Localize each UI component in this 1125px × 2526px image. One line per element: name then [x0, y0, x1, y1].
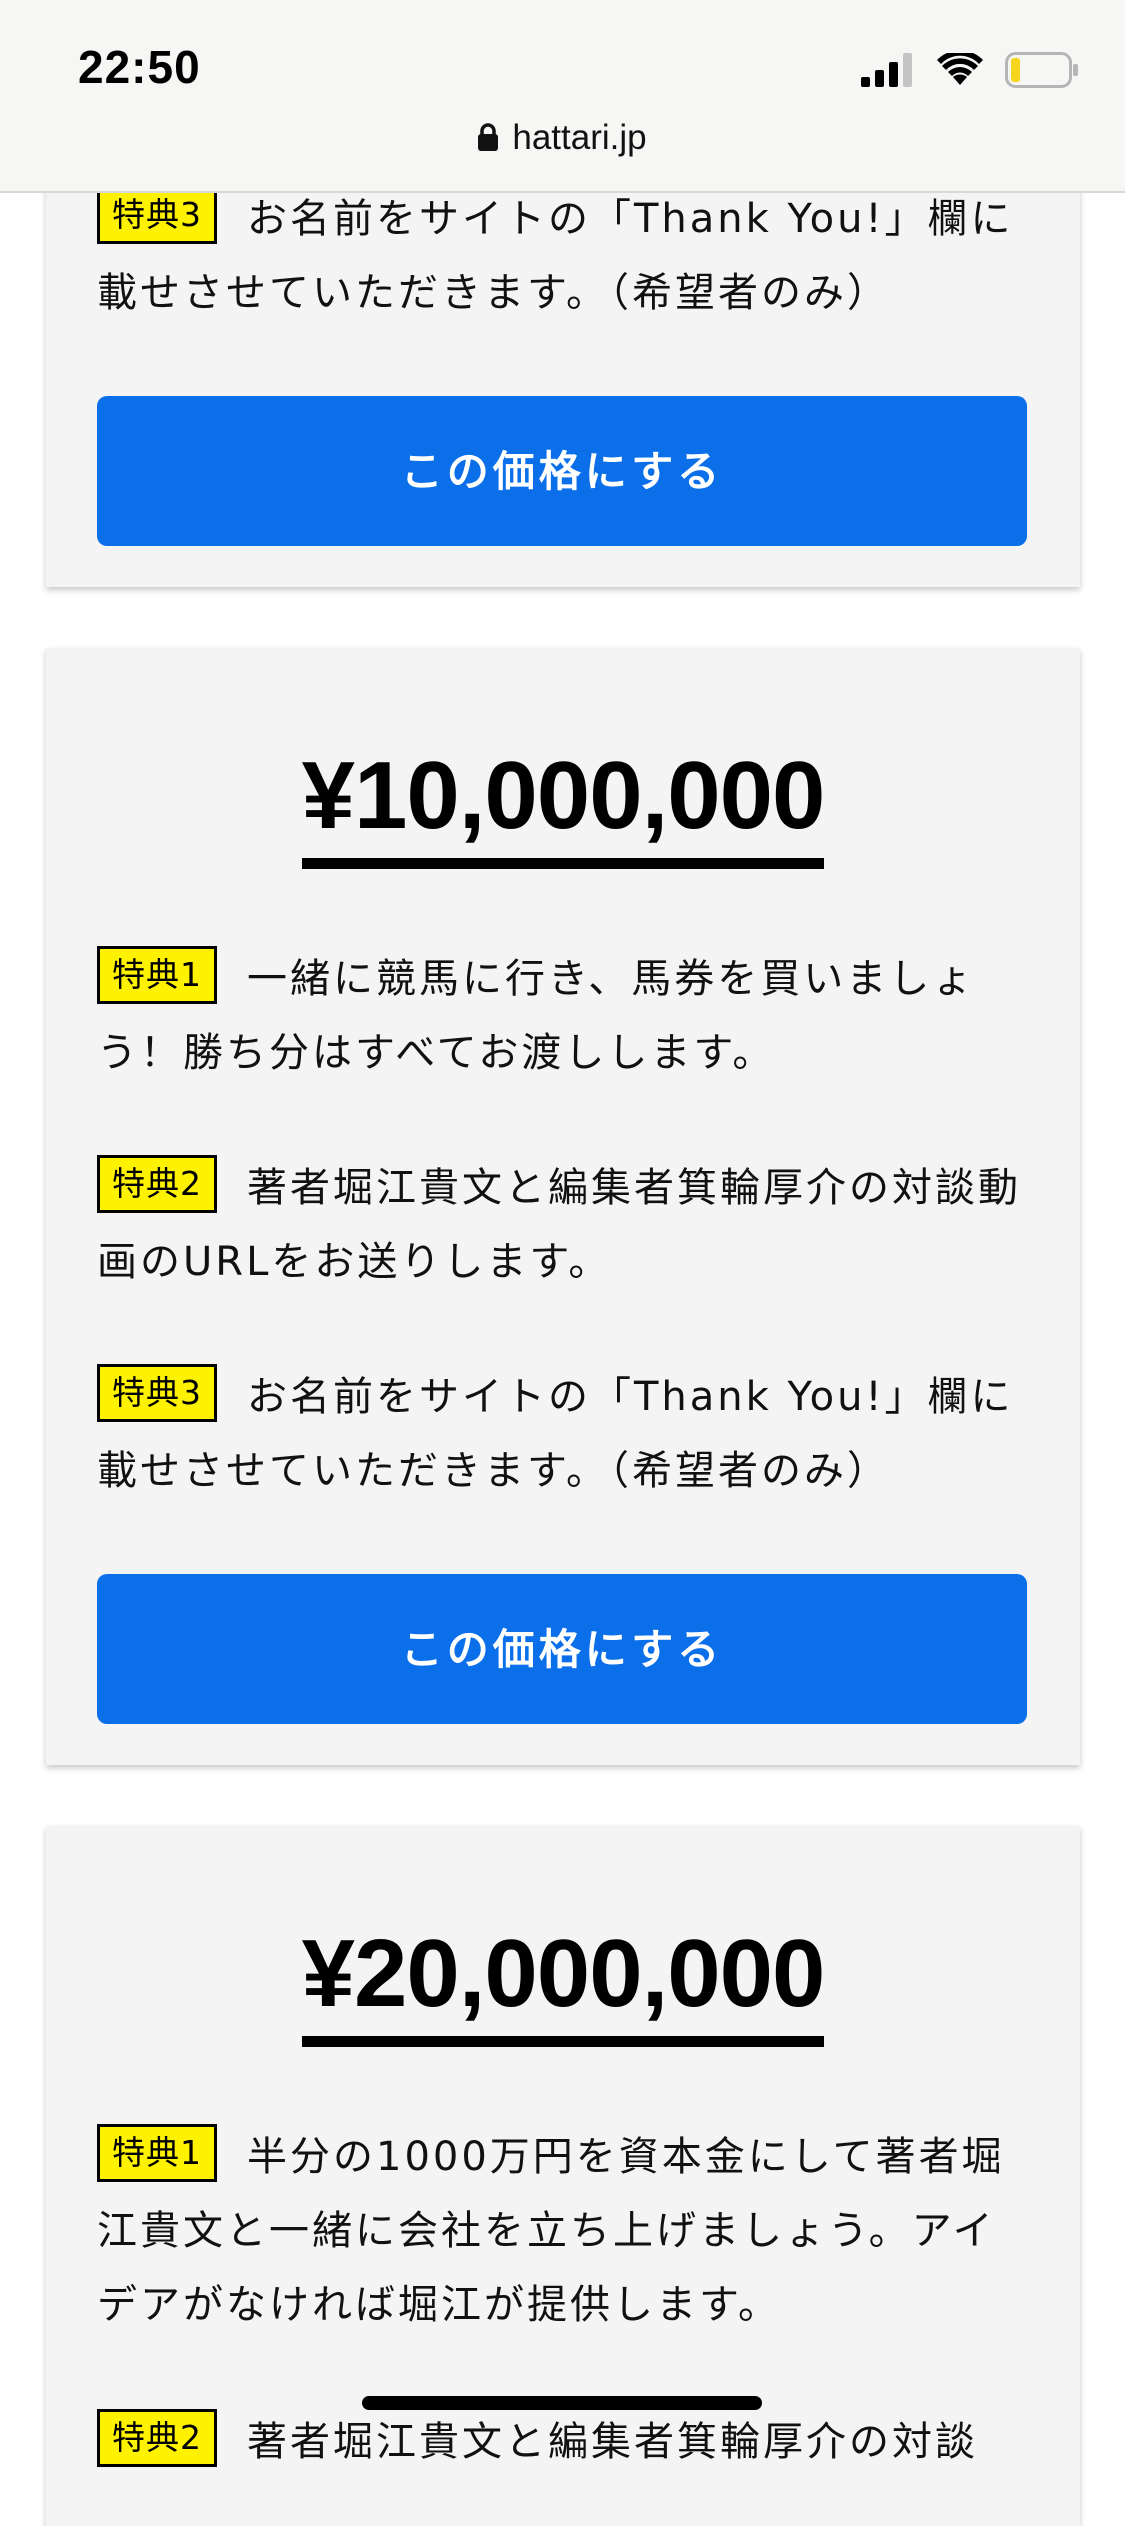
benefit-badge: 特典3: [97, 186, 217, 244]
status-icons: [861, 48, 1079, 92]
benefit-text: 著者堀江貴文と編集者箕輪厚介の対談動画のURLをお送りします。: [97, 1165, 1021, 1285]
benefit-badge: 特典1: [97, 946, 217, 1004]
select-price-button[interactable]: この価格にする: [97, 396, 1027, 546]
status-time: 22:50: [78, 41, 201, 93]
price-heading: ¥20,000,000: [46, 1926, 1080, 2047]
benefit-text: 半分の1000万円を資本金にして著者堀江貴文と一緒に会社を立ち上げましょう。アイ…: [97, 2134, 1005, 2328]
benefit-text: お名前をサイトの「Thank You!」欄に載せさせていただきます。（希望者のみ…: [97, 1374, 1014, 1494]
benefit-badge: 特典3: [97, 1364, 217, 1422]
browser-top-bar: 22:50 hattari.jp: [0, 0, 1125, 193]
benefit-item: 特典2 著者堀江貴文と編集者箕輪厚介の対談: [97, 2405, 1037, 2479]
price-amount: ¥10,000,000: [301, 748, 825, 869]
benefit-item: 特典3 お名前をサイトの「Thank You!」欄に載せさせていただきます。（希望…: [97, 1360, 1037, 1508]
url-bar[interactable]: hattari.jp: [0, 118, 1125, 158]
lock-icon: [478, 123, 499, 151]
wifi-icon: [937, 53, 983, 85]
benefit-badge: 特典2: [97, 1155, 217, 1213]
benefit-text: 著者堀江貴文と編集者箕輪厚介の対談: [247, 2419, 978, 2465]
home-indicator[interactable]: [362, 2396, 762, 2410]
price-card: ¥10,000,000 特典1 一緒に競馬に行き、馬券を買いましょう！勝ち分はすべ…: [46, 648, 1080, 1765]
benefit-badge: 特典2: [97, 2409, 217, 2467]
benefit-badge: 特典1: [97, 2124, 217, 2182]
price-heading: ¥10,000,000: [46, 748, 1080, 869]
benefit-item: 特典1 半分の1000万円を資本金にして著者堀江貴文と一緒に会社を立ち上げましょう…: [97, 2120, 1037, 2342]
signal-icon: [861, 53, 912, 87]
benefit-text: 一緒に競馬に行き、馬券を買いましょう！勝ち分はすべてお渡しします。: [97, 956, 976, 1076]
select-price-button[interactable]: この価格にする: [97, 1574, 1027, 1724]
benefit-item: 特典3 お名前をサイトの「Thank You!」欄に載せさせていただきます。（希望…: [97, 182, 1037, 330]
price-amount: ¥20,000,000: [301, 1926, 825, 2047]
benefit-text: お名前をサイトの「Thank You!」欄に載せさせていただきます。（希望者のみ…: [97, 196, 1014, 316]
price-card: ¥20,000,000 特典1 半分の1000万円を資本金にして著者堀江貴文と一緒…: [46, 1826, 1080, 2526]
battery-icon: [1005, 52, 1078, 88]
benefit-item: 特典1 一緒に競馬に行き、馬券を買いましょう！勝ち分はすべてお渡しします。: [97, 942, 1037, 1090]
benefit-item: 特典2 著者堀江貴文と編集者箕輪厚介の対談動画のURLをお送りします。: [97, 1151, 1037, 1299]
url-text: hattari.jp: [512, 118, 647, 157]
